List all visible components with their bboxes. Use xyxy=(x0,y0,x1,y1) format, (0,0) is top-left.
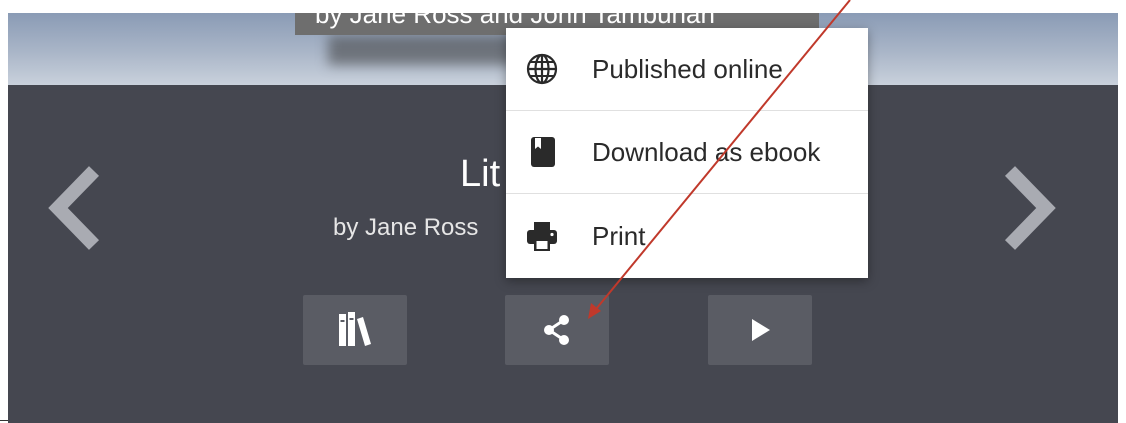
menu-item-label: Download as ebook xyxy=(592,136,821,167)
menu-item-print[interactable]: Print xyxy=(506,194,868,278)
library-books-icon xyxy=(339,312,371,346)
share-menu: Published online Download as ebook Print xyxy=(506,28,868,278)
globe-icon xyxy=(524,51,560,87)
menu-item-label: Print xyxy=(592,220,646,251)
book-title: Lit xyxy=(460,153,501,195)
chevron-left-icon xyxy=(48,166,100,250)
book-byline: by Jane Ross xyxy=(333,214,479,241)
chevron-right-icon xyxy=(1004,166,1056,250)
edge-mark xyxy=(0,420,8,421)
share-button[interactable] xyxy=(505,295,609,365)
share-icon xyxy=(544,315,569,345)
reader-panel: by Jane Ross and John Tambunan Lit by Ja… xyxy=(8,13,1118,423)
book-icon xyxy=(524,134,560,170)
play-icon xyxy=(752,319,770,341)
menu-item-label: Published online xyxy=(592,53,783,84)
next-book-button[interactable] xyxy=(998,163,1058,253)
menu-item-published-online[interactable]: Published online xyxy=(506,28,868,110)
library-button[interactable] xyxy=(303,295,407,365)
play-button[interactable] xyxy=(708,295,812,365)
menu-item-download-ebook[interactable]: Download as ebook xyxy=(506,111,868,193)
previous-book-button[interactable] xyxy=(46,163,106,253)
printer-icon xyxy=(524,218,560,254)
